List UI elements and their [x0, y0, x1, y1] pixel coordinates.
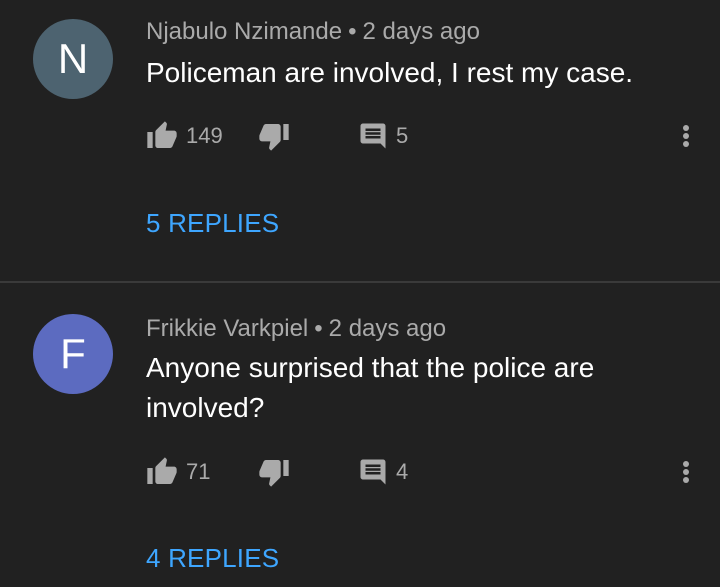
dislike-button[interactable] [258, 452, 290, 492]
meta-separator: • [348, 18, 357, 45]
reply-button[interactable]: 5 [358, 116, 408, 156]
comment-time: 2 days ago [328, 315, 447, 342]
comment-icon [358, 121, 388, 151]
view-replies-link[interactable]: 5 REPLIES [146, 208, 279, 239]
reply-count: 5 [396, 123, 409, 148]
comment-actions: 149 5 [146, 116, 716, 156]
author-name[interactable]: Frikkie Varkpiel [146, 315, 308, 342]
like-count: 71 [186, 459, 211, 484]
reply-button[interactable]: 4 [358, 452, 408, 492]
author-name[interactable]: Njabulo Nzimande [146, 18, 342, 45]
avatar-letter: N [57, 35, 89, 82]
like-count: 149 [186, 123, 223, 148]
more-options-button[interactable] [676, 116, 696, 156]
thumb-up-icon [146, 120, 178, 152]
avatar[interactable]: N [33, 19, 113, 99]
thumb-down-icon [258, 120, 290, 152]
reply-count: 4 [396, 459, 409, 484]
avatar-letter: F [60, 330, 86, 377]
more-vertical-icon [676, 456, 696, 488]
meta-separator: • [314, 315, 323, 342]
like-button[interactable]: 71 [146, 452, 210, 492]
comment-icon [358, 457, 388, 487]
thumb-up-icon [146, 456, 178, 488]
like-button[interactable]: 149 [146, 116, 223, 156]
avatar[interactable]: F [33, 314, 113, 394]
comment-text: Policeman are involved, I rest my case. [146, 57, 634, 88]
comment-time: 2 days ago [362, 18, 480, 45]
comment-meta: Njabulo Nzimande • 2 days ago [146, 18, 480, 46]
comment-item: N Njabulo Nzimande • 2 days ago Policeman … [0, 0, 720, 281]
more-vertical-icon [676, 120, 696, 152]
view-replies-link[interactable]: 4 REPLIES [146, 543, 279, 574]
comment-actions: 71 4 [146, 452, 716, 492]
dislike-button[interactable] [258, 116, 290, 156]
comment-meta: Frikkie Varkpiel • 2 days ago [146, 315, 446, 343]
thumb-down-icon [258, 456, 290, 488]
more-options-button[interactable] [676, 452, 696, 492]
comment-item: F Frikkie Varkpiel • 2 days ago Anyone sur… [0, 283, 720, 587]
comment-text: Anyone surprised that the police are inv… [146, 352, 595, 423]
